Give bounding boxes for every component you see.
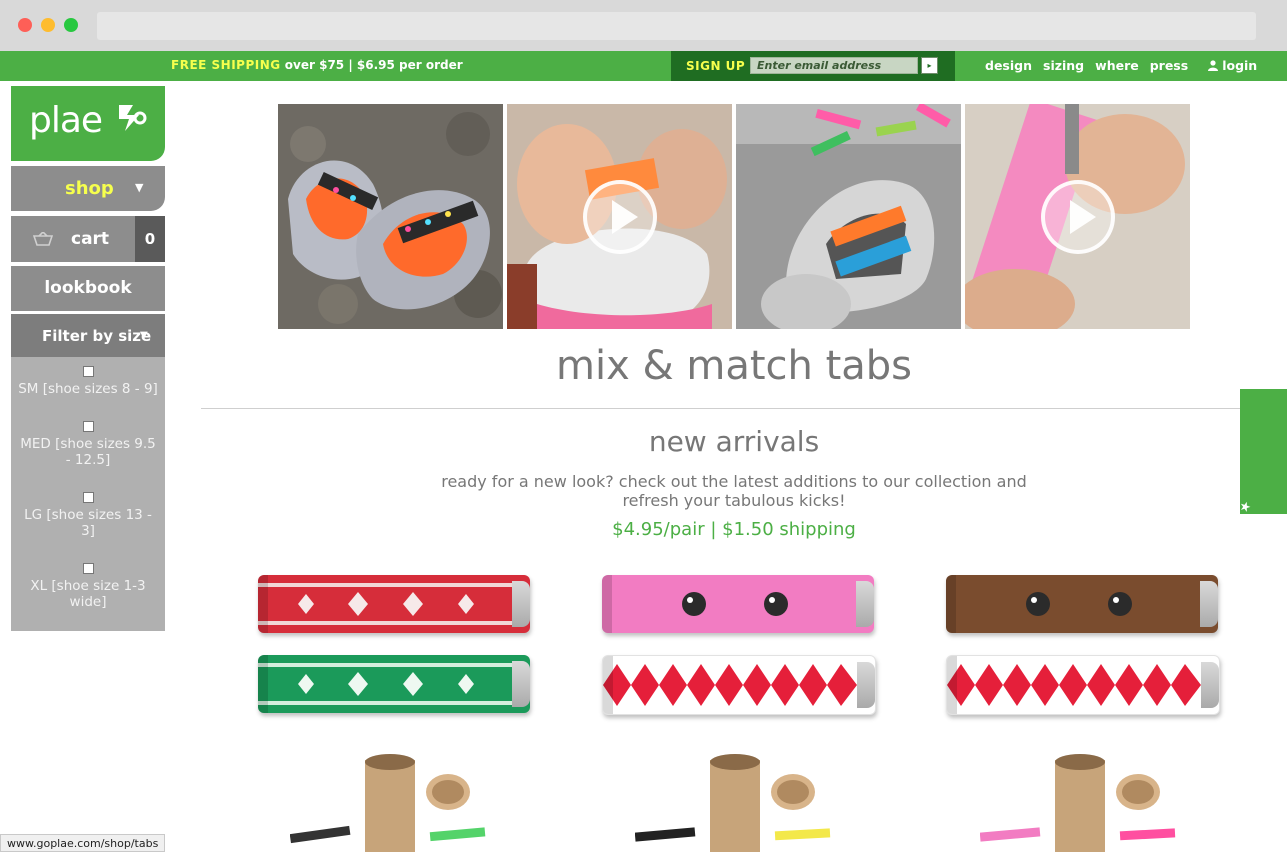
signup-submit-button[interactable]: ▸ xyxy=(921,57,938,74)
filter-checkbox[interactable] xyxy=(82,366,94,377)
product-tin-image[interactable] xyxy=(980,750,1180,852)
shop-button[interactable]: shop ▼ xyxy=(11,166,165,211)
filter-option-xl[interactable]: XL [shoe size 1-3 wide] xyxy=(11,563,165,610)
nav-sizing[interactable]: sizing xyxy=(1043,58,1084,73)
chevron-down-icon: ▼ xyxy=(140,330,148,341)
status-bar-url: www.goplae.com/shop/tabs xyxy=(0,834,166,852)
shipping-detail: over $75 | $6.95 per order xyxy=(284,58,463,72)
filter-option-label: SM [shoe sizes 8 - 9] xyxy=(18,381,158,397)
tab-red-teeth xyxy=(602,655,876,715)
hero-video-tab-swap[interactable] xyxy=(507,104,732,329)
tab-pink-eyes xyxy=(602,575,874,633)
hero-image-shoes[interactable] xyxy=(278,104,503,329)
filter-checkbox[interactable] xyxy=(82,421,94,432)
section-heading: new arrivals xyxy=(648,425,820,458)
price-line: $4.95/pair | $1.50 shipping xyxy=(612,519,856,540)
play-video-icon[interactable] xyxy=(583,180,657,254)
free-shipping-label: FREE SHIPPING xyxy=(171,58,281,72)
basket-icon xyxy=(33,232,53,246)
tab-red-snowflake xyxy=(258,575,530,633)
filter-option-label: MED [shoe sizes 9.5 - 12.5] xyxy=(20,436,156,468)
hero-image-bw-shoe[interactable] xyxy=(736,104,961,329)
maximize-window-button[interactable] xyxy=(64,18,78,32)
filter-option-label: XL [shoe size 1-3 wide] xyxy=(30,578,146,610)
divider xyxy=(201,408,1267,409)
filter-option-label: LG [shoe sizes 13 - 3] xyxy=(24,507,152,539)
plae-logo[interactable]: plae xyxy=(11,86,165,161)
reviews-tab[interactable]: ★ REVIEWS xyxy=(1237,389,1287,585)
tab-brown-eyes xyxy=(946,575,1218,633)
login-link[interactable]: login xyxy=(1208,58,1268,73)
filter-checkbox[interactable] xyxy=(82,492,94,503)
signup-label: SIGN UP xyxy=(686,59,746,73)
nav-where[interactable]: where xyxy=(1095,58,1139,73)
filter-checkbox[interactable] xyxy=(82,563,94,574)
browser-chrome xyxy=(0,0,1287,51)
filter-option-med[interactable]: MED [shoe sizes 9.5 - 12.5] xyxy=(11,421,165,468)
logo-text: plae xyxy=(29,100,103,141)
top-bar: FREE SHIPPING over $75 | $6.95 per order… xyxy=(0,51,1287,81)
chevron-down-icon: ▼ xyxy=(135,181,144,194)
address-bar[interactable] xyxy=(97,12,1256,40)
product-tin-image[interactable] xyxy=(290,750,490,852)
size-filter-panel: SM [shoe sizes 8 - 9] MED [shoe sizes 9.… xyxy=(11,357,165,631)
cart-button[interactable]: cart 0 xyxy=(11,216,165,262)
shipping-banner: FREE SHIPPING over $75 | $6.95 per order xyxy=(171,58,463,72)
user-icon xyxy=(1208,60,1219,71)
filter-label: Filter by size xyxy=(42,327,152,345)
page-title: mix & match tabs xyxy=(555,343,912,389)
logo-mark-icon xyxy=(119,105,147,131)
tab-red-teeth xyxy=(946,655,1220,715)
minimize-window-button[interactable] xyxy=(41,18,55,32)
hero-video-tab-making[interactable] xyxy=(965,104,1190,329)
filter-by-size-button[interactable]: Filter by size ▼ xyxy=(11,314,165,357)
top-nav: design sizing where press login xyxy=(985,58,1279,73)
login-label: login xyxy=(1222,58,1258,73)
cart-label: cart xyxy=(71,229,110,249)
close-window-button[interactable] xyxy=(18,18,32,32)
filter-option-sm[interactable]: SM [shoe sizes 8 - 9] xyxy=(11,366,165,397)
nav-press[interactable]: press xyxy=(1150,58,1188,73)
cart-count: 0 xyxy=(135,216,165,262)
tab-green-snowflake xyxy=(258,655,530,713)
shop-label: shop xyxy=(65,178,114,199)
section-description: ready for a new look? check out the late… xyxy=(441,472,1027,510)
lookbook-button[interactable]: lookbook xyxy=(11,266,165,311)
product-tin-image[interactable] xyxy=(635,750,835,852)
play-video-icon[interactable] xyxy=(1041,180,1115,254)
signup-form: SIGN UP Enter email address ▸ xyxy=(671,51,955,81)
email-field[interactable]: Enter email address xyxy=(750,57,918,74)
filter-option-lg[interactable]: LG [shoe sizes 13 - 3] xyxy=(11,492,165,539)
nav-design[interactable]: design xyxy=(985,58,1032,73)
reviews-label: ★ REVIEWS xyxy=(1237,501,1252,586)
